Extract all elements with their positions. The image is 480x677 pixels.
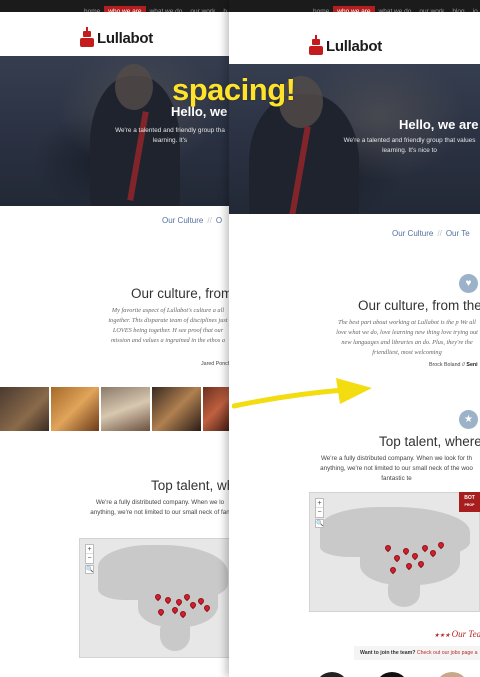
top-nav: home who we are what we do our work b [0, 0, 232, 12]
team-avatar [375, 672, 409, 677]
culture-title: Our culture, from [131, 286, 232, 301]
nav-item-what-we-do[interactable]: what we do [375, 6, 416, 12]
subnav-our-team[interactable]: Our Te [446, 229, 470, 238]
cite-role: Seni [466, 362, 478, 368]
badge-text: BOT [464, 495, 475, 501]
team-photo [202, 387, 232, 431]
hero-text: We're a talented and friendly group tha … [115, 127, 225, 144]
team-photo-strip [0, 387, 232, 431]
nav-item-what-we-do[interactable]: what we do [146, 6, 187, 12]
culture-quote: The best part about working at Lullabot … [336, 319, 478, 356]
comparison-stage: home who we are what we do our work b Lullab… [0, 0, 480, 677]
zoom-in-button[interactable]: + [316, 499, 323, 508]
team-photo [152, 387, 201, 431]
talent-title: Top talent, wh [151, 478, 232, 493]
culture-quote: My favorite aspect of Lullabot's culture… [108, 307, 228, 344]
sub-nav: Our Culture//Our Te [392, 229, 470, 238]
subnav-our-culture[interactable]: Our Culture [392, 229, 433, 238]
team-map[interactable]: + − 🔍 [309, 492, 480, 612]
subnav-our-culture[interactable]: Our Culture [162, 216, 203, 225]
culture-cite: Jared Ponch [201, 361, 231, 367]
lullabot-logo[interactable]: Lullabot [309, 34, 382, 55]
talent-text: We're a fully distributed company. When … [90, 499, 230, 516]
team-map[interactable]: + − 🔍 [79, 538, 232, 658]
team-photo [101, 387, 151, 431]
zoom-in-button[interactable]: + [86, 545, 93, 554]
nav-item-our-work[interactable]: our work [415, 6, 448, 12]
logo-text: Lullabot [97, 30, 153, 47]
zoom-out-button[interactable]: − [316, 508, 323, 517]
nav-item-who-we-are[interactable]: who we are [333, 6, 375, 12]
team-photo [50, 387, 100, 431]
lullabot-logo[interactable]: Lullabot [80, 26, 153, 47]
robot-logo-icon [80, 26, 94, 47]
subnav-our-team[interactable]: O [216, 216, 222, 225]
join-team-text: Want to join the team? [360, 650, 416, 656]
map-zoom-controls: + − [315, 498, 324, 518]
culture-cite: Brock Boland // Seni [429, 362, 478, 368]
logo-text: Lullabot [326, 38, 382, 55]
top-nav: home who we are what we do our work blog jo [229, 0, 480, 12]
cite-name: Brock Boland [429, 362, 461, 368]
hero-text: We're a talented and friendly group that… [343, 137, 476, 154]
our-team-text: Our Tea [451, 629, 480, 639]
talent-title: Top talent, where [379, 434, 480, 449]
team-badge: BOT PROP [459, 492, 480, 512]
culture-title: Our culture, from the [358, 298, 480, 313]
map-zoom-controls: + − [85, 544, 94, 564]
nav-item-home[interactable]: home [80, 6, 104, 12]
nav-item-jo[interactable]: jo [469, 6, 480, 12]
annotation-label: spacing! [172, 72, 296, 107]
map-search-icon[interactable]: 🔍 [315, 519, 324, 528]
map-search-icon[interactable]: 🔍 [85, 565, 94, 574]
team-avatar [315, 672, 349, 677]
nav-item-our-work[interactable]: our work [186, 6, 219, 12]
star-icon: ★ [459, 410, 478, 429]
nav-item-who-we-are[interactable]: who we are [104, 6, 146, 12]
jobs-page-link[interactable]: Check out our jobs page a [417, 650, 478, 656]
hero-title: Hello, we are [399, 117, 479, 132]
nav-item-blog[interactable]: blog [448, 6, 468, 12]
zoom-out-button[interactable]: − [86, 554, 93, 563]
robot-logo-icon [309, 34, 323, 55]
team-avatar [435, 672, 469, 677]
our-team-heading: ★★★ Our Tea [434, 629, 480, 639]
badge-subtext: PROP [464, 503, 475, 507]
annotation-arrow-icon [232, 378, 372, 409]
join-team-bar: Want to join the team? Check out our job… [354, 646, 480, 660]
sub-nav: Our Culture//O [162, 216, 223, 225]
team-photo [0, 387, 49, 431]
talent-text: We're a fully distributed company. When … [320, 455, 473, 482]
nav-item-home[interactable]: home [309, 6, 333, 12]
heart-icon: ♥ [459, 274, 478, 293]
